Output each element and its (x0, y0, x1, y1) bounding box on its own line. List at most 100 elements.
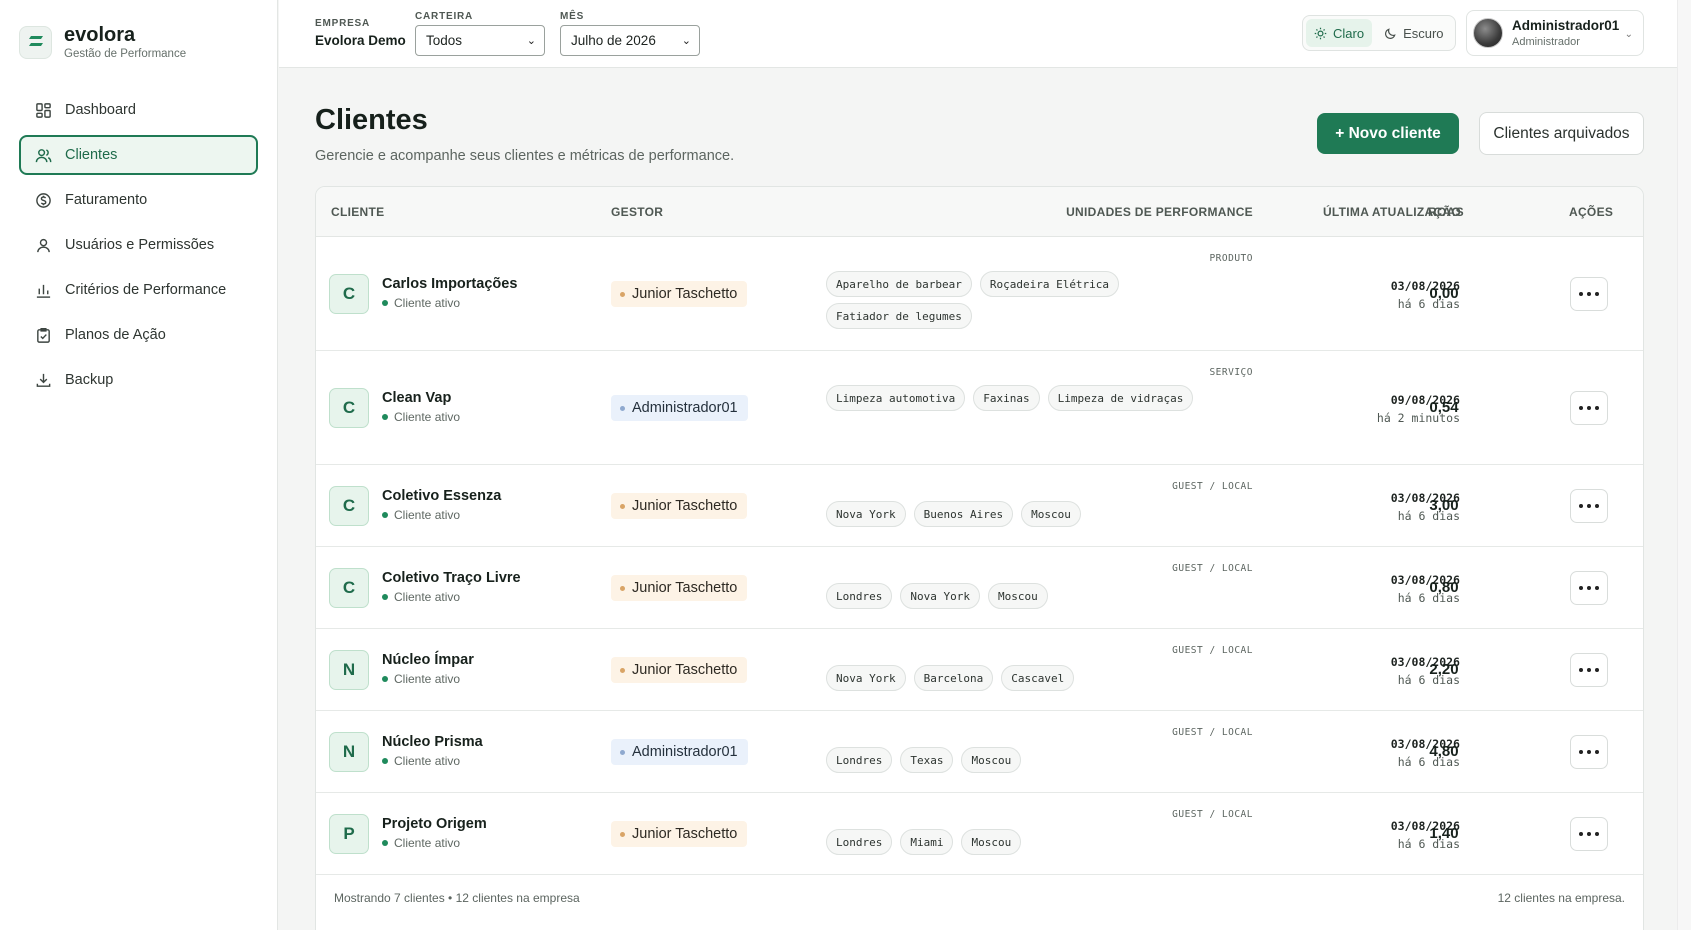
sidebar-item-criterios[interactable]: Critérios de Performance (19, 270, 258, 310)
client-status-label: Cliente ativo (394, 590, 461, 604)
sidebar-item-usuarios[interactable]: Usuários e Permissões (19, 225, 258, 265)
gestor-badge: Administrador01 (611, 395, 748, 421)
client-status-label: Cliente ativo (394, 410, 461, 424)
client-info: Projeto Origem Cliente ativo (382, 816, 487, 850)
status-dot-icon (382, 300, 388, 306)
client-name[interactable]: Núcleo Prisma (382, 734, 483, 750)
new-client-button[interactable]: + Novo cliente (1317, 113, 1459, 154)
roas-value: 2,20 (1429, 661, 1459, 678)
table-row[interactable]: P Projeto Origem Cliente ativo Junior Tasch… (316, 793, 1643, 875)
gestor-cell: Junior Taschetto (611, 281, 748, 307)
client-name[interactable]: Carlos Importações (382, 276, 517, 292)
client-initial-avatar: C (329, 568, 369, 608)
client-name[interactable]: Núcleo Ímpar (382, 652, 474, 668)
performance-unit-chip: Moscou (961, 829, 1022, 855)
sidebar-item-clientes[interactable]: Clientes (19, 135, 258, 175)
chevron-down-icon: ⌄ (681, 35, 691, 47)
gestor-name: Junior Taschetto (632, 662, 738, 678)
footer-total: 12 clientes na empresa. (1497, 891, 1625, 905)
client-status: Cliente ativo (382, 836, 487, 850)
gestor-badge: Junior Taschetto (611, 821, 748, 847)
sidebar-item-planos[interactable]: Planos de Ação (19, 315, 258, 355)
client-initial-avatar: N (329, 650, 369, 690)
more-dots-icon (1587, 504, 1591, 508)
table-row[interactable]: C Coletivo Traço Livre Cliente ativo Junior… (316, 547, 1643, 629)
performance-unit-chip: Moscou (1021, 501, 1081, 527)
sidebar-item-dashboard[interactable]: Dashboard (19, 90, 258, 130)
table-header: CLIENTE GESTOR UNIDADES DE PERFORMANCE Ú… (316, 187, 1643, 237)
gestor-dot-icon (620, 749, 625, 755)
sidebar-item-faturamento[interactable]: Faturamento (19, 180, 258, 220)
sidebar-item-label: Planos de Ação (65, 327, 166, 343)
more-dots-icon (1579, 504, 1583, 508)
table-row[interactable]: N Núcleo Ímpar Cliente ativo Junior Taschet… (316, 629, 1643, 711)
table-row[interactable]: N Núcleo Prisma Cliente ativo Administrador… (316, 711, 1643, 793)
mes-field: MÊS Julho de 2026 ⌄ (560, 11, 700, 56)
performance-units: Aparelho de barbear Roçadeira Elétrica Fat… (826, 271, 1246, 329)
row-actions-button[interactable] (1570, 489, 1608, 523)
row-actions-button[interactable] (1570, 817, 1608, 851)
row-actions-button[interactable] (1570, 653, 1608, 687)
page-subtitle: Gerencie e acompanhe seus clientes e mét… (315, 148, 735, 164)
performance-units: Londres Texas Moscou (826, 747, 1246, 773)
performance-unit-type: GUEST / LOCAL (1172, 645, 1253, 656)
client-status: Cliente ativo (382, 672, 474, 686)
performance-unit-chip: Londres (826, 747, 893, 773)
sidebar-item-label: Critérios de Performance (65, 282, 227, 298)
row-actions-button[interactable] (1570, 735, 1608, 769)
table-row[interactable]: C Coletivo Essenza Cliente ativo Junior Tas… (316, 465, 1643, 547)
gestor-cell: Administrador01 (611, 739, 748, 765)
brand-name: evolora (64, 24, 136, 46)
brand[interactable]: evolora Gestão de Performance (19, 24, 186, 60)
client-name[interactable]: Clean Vap (382, 390, 460, 406)
client-name[interactable]: Projeto Origem (382, 816, 487, 832)
client-status: Cliente ativo (382, 410, 460, 424)
sidebar-item-backup[interactable]: Backup (19, 360, 258, 400)
user-menu[interactable]: Administrador01 Administrador ⌄ (1466, 10, 1644, 56)
users-icon (35, 148, 52, 162)
gestor-cell: Junior Taschetto (611, 493, 748, 519)
client-info: Clean Vap Cliente ativo (382, 390, 460, 424)
performance-unit-chip: Miami (900, 829, 954, 855)
clients-table: CLIENTE GESTOR UNIDADES DE PERFORMANCE Ú… (315, 186, 1644, 930)
row-actions-button[interactable] (1570, 277, 1608, 311)
more-dots-icon (1587, 586, 1591, 590)
more-dots-icon (1579, 292, 1583, 296)
more-dots-icon (1579, 406, 1583, 410)
performance-unit-type: GUEST / LOCAL (1172, 563, 1253, 574)
archived-clients-button[interactable]: Clientes arquivados (1479, 112, 1644, 155)
table-row[interactable]: C Clean Vap Cliente ativo Administrador01 SE… (316, 351, 1643, 465)
gestor-dot-icon (620, 831, 625, 837)
gestor-badge: Junior Taschetto (611, 493, 748, 519)
chevron-down-icon: ⌄ (1624, 29, 1633, 40)
client-name[interactable]: Coletivo Essenza (382, 488, 501, 504)
gestor-dot-icon (620, 405, 625, 411)
sidebar-item-label: Faturamento (65, 192, 148, 208)
sidebar-item-label: Dashboard (65, 102, 136, 118)
row-actions-button[interactable] (1570, 391, 1608, 425)
table-row[interactable]: C Carlos Importações Cliente ativo Junior T… (316, 237, 1643, 351)
performance-unit-chip: Faxinas (973, 385, 1040, 411)
performance-unit-chip: Cascavel (1001, 665, 1075, 691)
theme-dark-button[interactable]: Escuro (1376, 19, 1451, 47)
page-scrollbar[interactable] (1677, 0, 1691, 930)
mes-label: MÊS (560, 11, 585, 22)
header-cliente: CLIENTE (331, 205, 385, 219)
gestor-name: Junior Taschetto (632, 580, 738, 596)
client-name[interactable]: Coletivo Traço Livre (382, 570, 521, 586)
carteira-selected-value: Todos (426, 33, 463, 48)
theme-light-button[interactable]: Claro (1306, 19, 1373, 47)
row-actions-button[interactable] (1570, 571, 1608, 605)
mes-select[interactable]: Julho de 2026 ⌄ (560, 25, 700, 56)
gestor-name: Junior Taschetto (632, 286, 738, 302)
user-icon (37, 238, 50, 252)
gestor-dot-icon (620, 503, 625, 509)
gestor-badge: Administrador01 (611, 739, 748, 765)
gestor-dot-icon (620, 667, 625, 673)
performance-units: Nova York Barcelona Cascavel (826, 665, 1246, 691)
theme-toggle: Claro Escuro (1302, 15, 1456, 51)
theme-light-label: Claro (1333, 25, 1365, 41)
carteira-select[interactable]: Todos ⌄ (415, 25, 545, 56)
performance-unit-chip: Limpeza automotiva (826, 385, 966, 411)
performance-unit-chip: Aparelho de barbear (826, 271, 972, 297)
